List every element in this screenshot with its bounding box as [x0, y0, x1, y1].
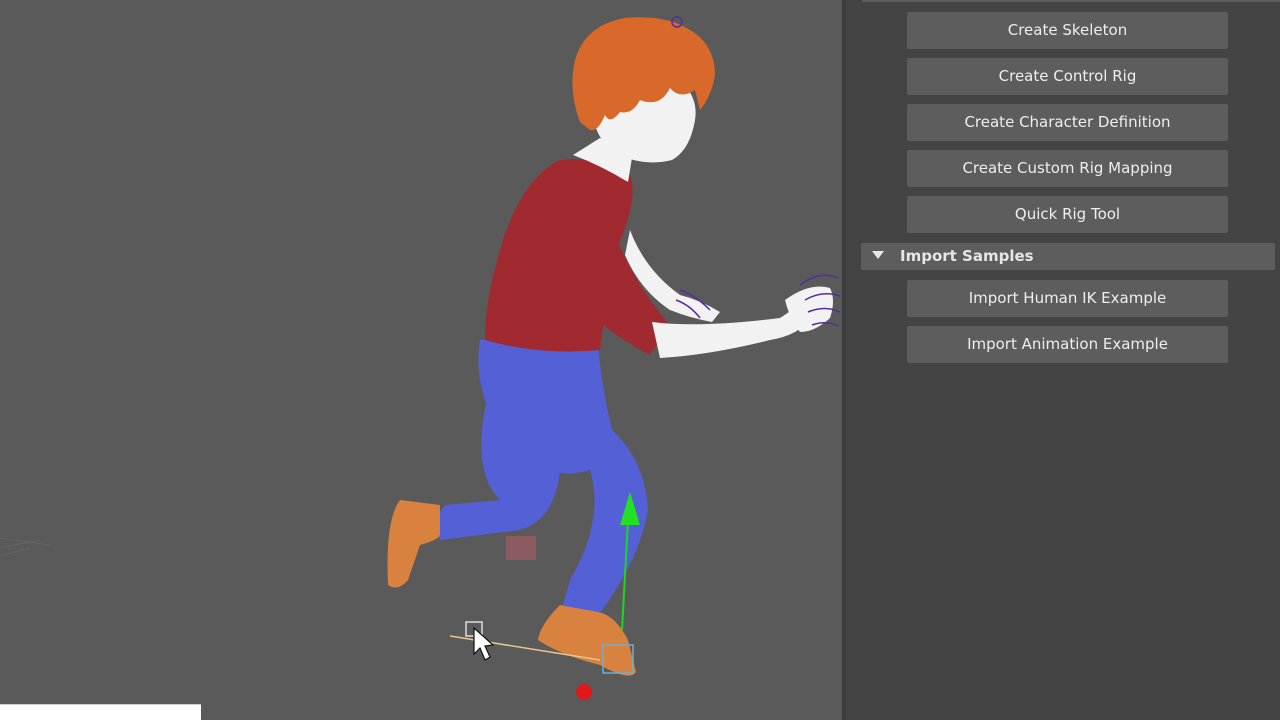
mouse-pointer-icon	[465, 621, 495, 661]
front-foot	[538, 605, 636, 676]
maya-window: Create Skeleton Create Control Rig Creat…	[0, 0, 1280, 720]
quick-rig-tool-button[interactable]: Quick Rig Tool	[907, 196, 1228, 233]
import-samples-title: Import Samples	[900, 247, 1034, 265]
3d-viewport[interactable]	[0, 0, 842, 720]
create-custom-rig-mapping-button[interactable]: Create Custom Rig Mapping	[907, 150, 1228, 187]
import-samples-header[interactable]: Import Samples	[861, 243, 1275, 270]
bottom-left-field[interactable]	[0, 704, 201, 720]
create-character-definition-button[interactable]: Create Character Definition	[907, 104, 1228, 141]
triangle-down-icon[interactable]	[872, 251, 884, 259]
knee-effector[interactable]	[506, 536, 536, 560]
humanik-panel: Create Skeleton Create Control Rig Creat…	[846, 0, 1280, 720]
back-foot	[387, 500, 440, 588]
foot-pivot[interactable]	[576, 684, 592, 700]
character-model[interactable]	[387, 16, 841, 676]
import-animation-example-button[interactable]: Import Animation Example	[907, 326, 1228, 363]
import-human-ik-example-button[interactable]: Import Human IK Example	[907, 280, 1228, 317]
ground-grid	[0, 537, 51, 557]
create-control-rig-button[interactable]: Create Control Rig	[907, 58, 1228, 95]
create-skeleton-button[interactable]: Create Skeleton	[907, 12, 1228, 49]
front-forearm	[652, 307, 810, 358]
viewport-scene	[0, 16, 841, 700]
panel-top-bar	[862, 0, 1280, 2]
